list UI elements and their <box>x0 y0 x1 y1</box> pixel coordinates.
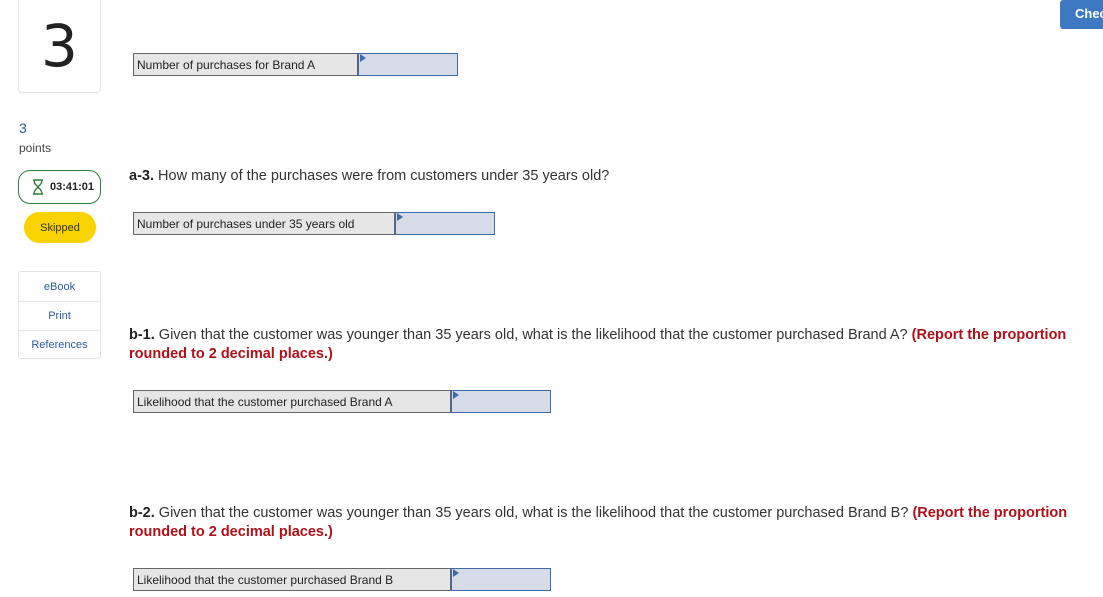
question-text: How many of the purchases were from cust… <box>154 168 610 184</box>
timer: 03:41:01 <box>18 170 101 204</box>
answer-field <box>395 212 495 235</box>
answer-field <box>358 53 458 76</box>
question-number-box: 3 <box>18 0 101 93</box>
answer-field <box>451 390 551 413</box>
brand-a-input[interactable] <box>359 54 457 75</box>
answer-row-likelihood-a: Likelihood that the customer purchased B… <box>133 390 551 413</box>
points-value: 3 <box>19 120 27 136</box>
question-number: 3 <box>41 12 78 80</box>
question-id: b-1. <box>129 327 155 343</box>
answer-label: Number of purchases under 35 years old <box>133 212 395 235</box>
question-id: a-3. <box>129 168 154 184</box>
print-link[interactable]: Print <box>19 301 100 330</box>
timer-text: 03:41:01 <box>50 181 95 193</box>
resources-panel: eBook Print References <box>18 271 101 359</box>
question-id: b-2. <box>129 505 155 521</box>
hourglass-icon <box>32 179 44 195</box>
check-my-work-button[interactable]: Check my work <box>1060 0 1103 29</box>
answer-row-under-35: Number of purchases under 35 years old <box>133 212 495 235</box>
likelihood-b-input[interactable] <box>452 569 550 590</box>
answer-row-likelihood-b: Likelihood that the customer purchased B… <box>133 568 551 591</box>
question-b2: b-2. Given that the customer was younger… <box>129 504 1074 542</box>
under-35-input[interactable] <box>396 213 494 234</box>
references-link[interactable]: References <box>19 330 100 359</box>
points-label: points <box>19 141 52 155</box>
question-a3: a-3. How many of the purchases were from… <box>129 167 1074 186</box>
answer-label: Number of purchases for Brand A <box>133 53 358 76</box>
answer-label: Likelihood that the customer purchased B… <box>133 390 451 413</box>
answer-row-brand-a: Number of purchases for Brand A <box>133 53 458 76</box>
question-text: Given that the customer was younger than… <box>154 327 912 343</box>
question-b1: b-1. Given that the customer was younger… <box>129 326 1074 364</box>
status-badge: Skipped <box>24 212 96 243</box>
ebook-link[interactable]: eBook <box>19 272 100 301</box>
likelihood-a-input[interactable] <box>452 391 550 412</box>
answer-field <box>451 568 551 591</box>
question-text: Given that the customer was younger than… <box>154 505 913 521</box>
answer-label: Likelihood that the customer purchased B… <box>133 568 451 591</box>
